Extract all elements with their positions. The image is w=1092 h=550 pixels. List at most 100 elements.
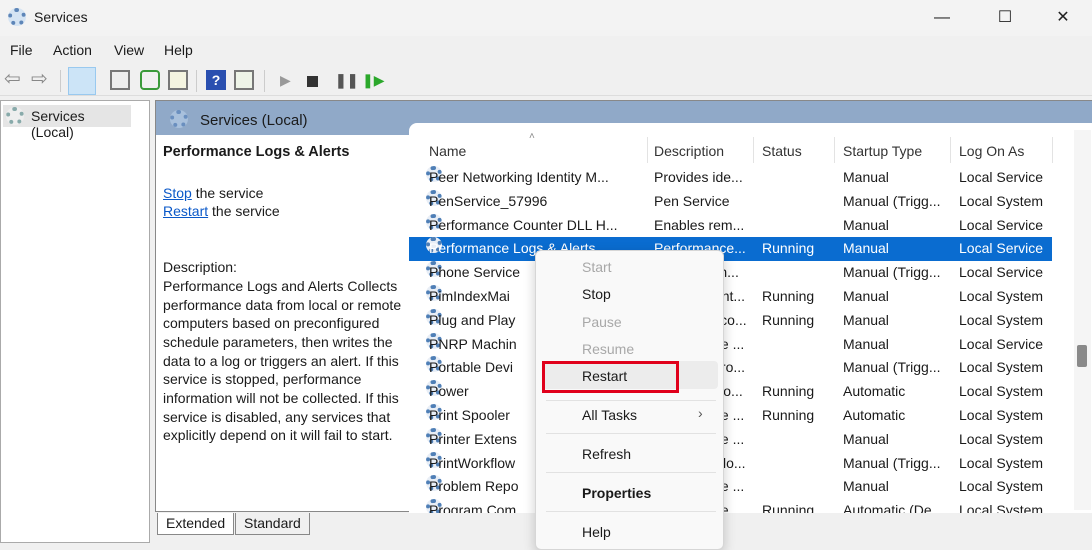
menu-item-properties[interactable]: Properties bbox=[582, 485, 651, 501]
pane-title: Services (Local) bbox=[200, 112, 308, 129]
restart-link[interactable]: Restart bbox=[163, 203, 208, 219]
cell-startup-type: Manual bbox=[843, 288, 889, 304]
table-row[interactable]: PowerManages po...RunningAutomaticLocal … bbox=[409, 380, 1052, 404]
services-icon bbox=[6, 107, 24, 125]
table-row[interactable]: Printer ExtensThis service ...ManualLoca… bbox=[409, 427, 1052, 452]
resume-icon[interactable]: ❚▶ bbox=[362, 70, 385, 90]
menu-file[interactable]: File bbox=[10, 42, 33, 58]
table-row[interactable]: Plug and PlayEnables a co...RunningManua… bbox=[409, 308, 1052, 333]
cell-log-on-as: Local System bbox=[959, 407, 1044, 423]
cell-startup-type: Automatic bbox=[843, 383, 906, 400]
cell-log-on-as: Local Service bbox=[959, 264, 1044, 281]
menu-action[interactable]: Action bbox=[53, 42, 92, 58]
menu-bar: File Action View Help bbox=[0, 38, 1092, 62]
forward-icon[interactable]: ⇨ bbox=[31, 69, 51, 90]
properties-icon[interactable] bbox=[110, 70, 130, 90]
pause-icon[interactable]: ❚❚ bbox=[335, 70, 358, 90]
tree-pane: Services (Local) bbox=[0, 100, 150, 543]
cell-description: Provides ide... bbox=[654, 169, 743, 185]
cell-startup-type: Manual bbox=[843, 335, 889, 352]
cell-startup-type: Manual (Trigg... bbox=[843, 454, 941, 471]
back-icon[interactable]: ⇦ bbox=[4, 69, 24, 90]
cell-log-on-as: Local System bbox=[959, 288, 1044, 304]
cell-startup-type: Manual bbox=[843, 430, 889, 447]
refresh-icon[interactable] bbox=[140, 70, 160, 90]
start-icon[interactable]: ▶ bbox=[280, 70, 300, 90]
menu-item-help[interactable]: Help bbox=[582, 524, 611, 540]
col-description[interactable]: Description bbox=[654, 143, 724, 159]
vertical-scrollbar[interactable] bbox=[1074, 130, 1091, 510]
show-hide-tree-icon[interactable] bbox=[68, 67, 96, 95]
maximize-button[interactable]: ☐ bbox=[985, 6, 1025, 30]
submenu-chevron-icon: › bbox=[698, 405, 703, 421]
description-label: Description: bbox=[163, 259, 237, 276]
scrollbar-thumb[interactable] bbox=[1077, 345, 1087, 367]
cell-startup-type: Manual bbox=[843, 169, 889, 185]
table-row[interactable]: Program ComThis service ...RunningAutoma… bbox=[409, 499, 1052, 513]
menu-help[interactable]: Help bbox=[164, 42, 193, 58]
cell-status: Running bbox=[762, 240, 815, 257]
services-icon bbox=[170, 110, 188, 128]
table-row[interactable]: PrintWorkflowPrint Workflo...Manual (Tri… bbox=[409, 451, 1052, 476]
table-row[interactable]: Problem RepoThis service ...ManualLocal … bbox=[409, 475, 1052, 499]
services-list: ˄ Name Description Status Startup Type L… bbox=[409, 123, 1092, 513]
col-startup-type[interactable]: Startup Type bbox=[843, 143, 922, 159]
menu-item-restart[interactable]: Restart bbox=[582, 368, 627, 384]
cell-log-on-as: Local Service bbox=[959, 335, 1044, 352]
cell-log-on-as: Local System bbox=[959, 454, 1044, 471]
description-text: Performance Logs and Alerts Collects per… bbox=[163, 277, 402, 444]
window-title: Services bbox=[34, 9, 88, 25]
col-status[interactable]: Status bbox=[762, 143, 802, 159]
cell-log-on-as: Local Service bbox=[959, 240, 1044, 257]
service-detail: Performance Logs & Alerts Stop the servi… bbox=[163, 143, 415, 445]
table-row[interactable]: Phone ServiceManages th...Manual (Trigg.… bbox=[409, 261, 1052, 285]
col-log-on-as[interactable]: Log On As bbox=[959, 143, 1024, 159]
menu-item-start[interactable]: Start bbox=[582, 259, 612, 275]
service-name: Performance Logs & Alerts bbox=[163, 144, 350, 160]
menu-item-refresh[interactable]: Refresh bbox=[582, 446, 631, 462]
cell-name: PenService_57996 bbox=[429, 192, 548, 209]
cell-log-on-as: Local System bbox=[959, 359, 1044, 376]
tree-item-services-local[interactable]: Services (Local) bbox=[3, 105, 131, 140]
cell-log-on-as: Local System bbox=[959, 311, 1044, 328]
cell-name: Peer Networking Identity M... bbox=[429, 169, 609, 185]
cell-status: Running bbox=[762, 383, 815, 400]
cell-log-on-as: Local System bbox=[959, 502, 1044, 513]
menu-item-resume[interactable]: Resume bbox=[582, 341, 634, 357]
restart-text: the service bbox=[208, 203, 280, 220]
table-row[interactable]: Performance Counter DLL H... Enables rem.… bbox=[409, 213, 1052, 238]
cell-startup-type: Automatic (De... bbox=[843, 502, 944, 513]
export-icon[interactable] bbox=[168, 70, 188, 90]
help-icon[interactable]: ? bbox=[206, 70, 226, 90]
table-row[interactable]: PNRP MachinThis service ...ManualLocal S… bbox=[409, 332, 1052, 357]
table-row[interactable]: Portable DeviEnforces gro...Manual (Trig… bbox=[409, 356, 1052, 380]
stop-icon[interactable] bbox=[307, 76, 318, 87]
cell-status: Running bbox=[762, 502, 815, 513]
cell-status: Running bbox=[762, 407, 815, 423]
stop-link[interactable]: Stop bbox=[163, 185, 192, 201]
cell-log-on-as: Local System bbox=[959, 383, 1044, 400]
cell-log-on-as: Local Service bbox=[959, 216, 1044, 233]
menu-view[interactable]: View bbox=[114, 42, 144, 58]
tab-standard[interactable]: Standard bbox=[235, 513, 310, 535]
sort-arrow-icon: ˄ bbox=[529, 131, 535, 142]
cell-status: Running bbox=[762, 288, 815, 304]
tab-extended[interactable]: Extended bbox=[157, 513, 235, 535]
cell-description: Enables rem... bbox=[654, 216, 745, 233]
minimize-button[interactable]: — bbox=[922, 6, 962, 30]
tree-item-label: Services (Local) bbox=[31, 108, 85, 140]
table-row[interactable]: Performance Logs & Alerts Performance... R… bbox=[409, 237, 1052, 262]
menu-item-stop[interactable]: Stop bbox=[582, 286, 611, 302]
close-button[interactable]: ✕ bbox=[1043, 6, 1083, 30]
menu-item-pause[interactable]: Pause bbox=[582, 314, 622, 330]
console-icon[interactable] bbox=[234, 70, 254, 90]
title-bar: Services — ☐ ✕ bbox=[0, 0, 1092, 36]
cell-description: Pen Service bbox=[654, 192, 730, 209]
table-row[interactable]: Peer Networking Identity M... Provides id… bbox=[409, 166, 1052, 190]
table-row[interactable]: PimIndexMaiIndexes cont...RunningManualL… bbox=[409, 285, 1052, 309]
menu-item-all-tasks[interactable]: All Tasks bbox=[582, 407, 637, 423]
cell-log-on-as: Local System bbox=[959, 430, 1044, 447]
table-row[interactable]: Print SpoolerThis service ...RunningAuto… bbox=[409, 404, 1052, 428]
table-row[interactable]: PenService_57996 Pen Service Manual (Trigg… bbox=[409, 189, 1052, 214]
col-name[interactable]: Name bbox=[429, 143, 466, 159]
